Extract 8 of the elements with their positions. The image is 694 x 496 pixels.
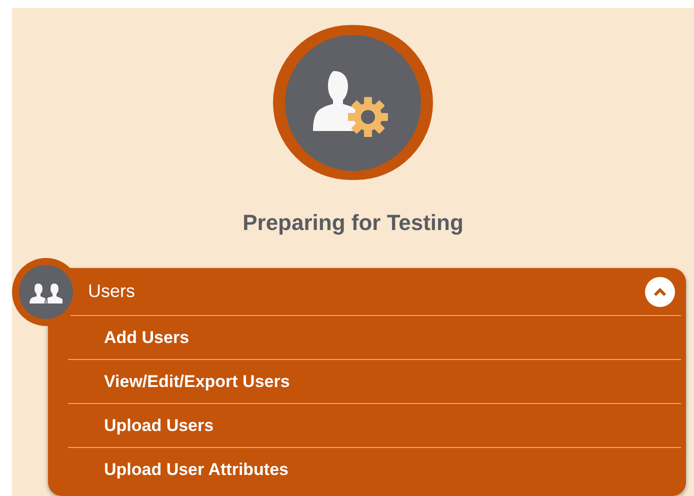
menu-item[interactable]: View/Edit/Export Users xyxy=(104,368,290,394)
chevron-up-icon xyxy=(653,286,667,296)
menu-item[interactable]: Upload User Attributes xyxy=(104,457,289,483)
section-label[interactable]: Users xyxy=(88,278,136,305)
menu-item[interactable]: Add Users xyxy=(104,324,190,350)
collapse-button[interactable] xyxy=(645,276,675,306)
menu-item[interactable]: Upload Users xyxy=(104,412,214,438)
page-title: Preparing for Testing xyxy=(242,209,464,237)
